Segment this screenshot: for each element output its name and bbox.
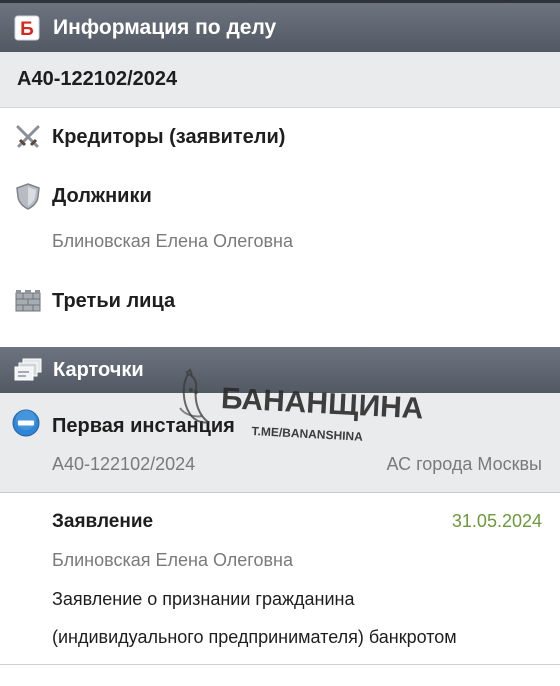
banana-mascot-icon — [172, 368, 222, 430]
application-description-line2: (индивидуального предпринимателя) банкро… — [52, 627, 457, 647]
creditors-label: Кредиторы (заявители) — [52, 126, 286, 148]
shield-icon — [13, 181, 43, 211]
cards-icon — [14, 357, 44, 383]
third-parties-label: Третьи лица — [52, 290, 176, 312]
case-info-title: Информация по делу — [53, 15, 277, 39]
application-description-line1: Заявление о признании гражданина — [52, 589, 355, 609]
case-number-band[interactable]: А40-122102/2024 — [0, 52, 560, 108]
case-info-header: Б Информация по делу — [0, 3, 560, 52]
wall-icon — [13, 286, 43, 316]
first-instance-case-number: А40-122102/2024 — [52, 454, 196, 474]
application-date: 31.05.2024 — [451, 511, 542, 531]
watermark: БАНАНЩИНА T.ME/BANANSHINA — [168, 368, 424, 444]
collapse-minus-icon[interactable] — [11, 408, 41, 438]
cards-title: Карточки — [53, 358, 144, 381]
divider — [0, 664, 560, 665]
svg-text:Б: Б — [20, 19, 34, 40]
application-title: Заявление — [52, 511, 154, 532]
application-party: Блиновская Елена Олеговна — [52, 550, 293, 570]
debtors-label: Должники — [52, 185, 152, 207]
bankruptcy-b-icon: Б — [14, 15, 40, 41]
crossed-swords-icon — [13, 122, 43, 152]
watermark-handle: T.ME/BANANSHINA — [251, 424, 364, 444]
case-number: А40-122102/2024 — [17, 68, 178, 90]
first-instance-court: АС города Москвы — [386, 454, 542, 474]
debtor-name[interactable]: Блиновская Елена Олеговна — [52, 231, 293, 252]
